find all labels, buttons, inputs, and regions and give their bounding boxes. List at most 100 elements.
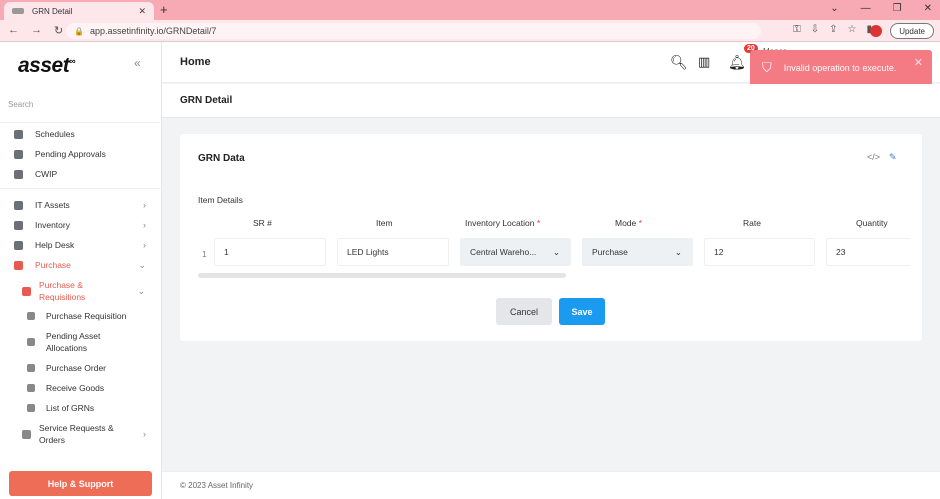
laptop-icon <box>14 200 23 210</box>
chevron-right-icon: › <box>143 240 146 250</box>
list-icon <box>27 404 35 412</box>
chevron-down-icon: ⌄ <box>552 246 560 257</box>
dollar-icon <box>14 260 23 270</box>
address-bar[interactable]: 🔒 app.assetinfinity.io/GRNDetail/7 <box>66 23 761 39</box>
cart-icon <box>22 286 31 296</box>
sidebar-item-purchase-requisition[interactable]: Purchase Requisition <box>0 307 162 325</box>
app-logo[interactable]: asset∞ <box>18 54 76 78</box>
col-header-location: Inventory Location * <box>465 218 541 228</box>
cancel-button[interactable]: Cancel <box>496 298 552 325</box>
row-index: 1 <box>202 250 207 259</box>
sidebar-item-pending-approvals[interactable]: Pending Approvals <box>0 145 162 163</box>
mode-select[interactable]: Purchase ⌄ <box>582 238 693 266</box>
sidebar-item-pending-asset-allocations[interactable]: Pending Asset Allocations <box>0 329 162 355</box>
col-header-mode: Mode * <box>615 218 642 228</box>
sidebar: asset∞ « Search Schedules Pending Approv… <box>0 42 162 499</box>
divider <box>0 188 162 189</box>
browser-toolbar: ← → ↻ 🔒 app.assetinfinity.io/GRNDetail/7… <box>0 20 940 42</box>
error-toast: ⛉ Invalid operation to execute. ✕ <box>750 50 932 86</box>
restore-icon[interactable]: ❐ <box>893 3 902 14</box>
browser-tab[interactable]: GRN Detail ✕ <box>4 2 154 20</box>
card-title: GRN Data <box>198 153 245 164</box>
hierarchy-icon <box>27 338 35 346</box>
footer: © 2023 Asset Infinity <box>162 471 940 499</box>
chevron-down-icon: ⌄ <box>138 259 146 270</box>
col-header-sr: SR # <box>253 218 272 228</box>
calendar-icon <box>14 129 23 139</box>
collapse-sidebar-icon[interactable]: « <box>134 56 141 70</box>
minimize-icon[interactable]: — <box>861 3 871 14</box>
footer-copyright: © 2023 Asset Infinity <box>180 481 254 490</box>
browser-update-button[interactable]: Update <box>890 23 934 39</box>
reload-icon[interactable]: ↻ <box>54 24 63 37</box>
back-icon[interactable]: ← <box>8 24 19 37</box>
window-controls: ⌄ — ❐ ✕ <box>830 3 932 14</box>
col-header-rate: Rate <box>743 218 761 228</box>
help-icon <box>14 240 23 250</box>
inventory-location-select[interactable]: Central Wareho... ⌄ <box>460 238 571 266</box>
sidebar-item-service-requests[interactable]: Service Requests & Orders › <box>0 421 162 447</box>
help-support-button[interactable]: Help & Support <box>9 471 152 496</box>
rate-input[interactable]: 12 <box>704 238 815 266</box>
bookmark-star-icon[interactable]: ☆ <box>848 24 857 35</box>
divider <box>0 122 162 123</box>
new-tab-icon[interactable]: + <box>160 2 168 17</box>
chevron-down-icon[interactable]: ⌄ <box>830 3 838 14</box>
gears-icon <box>22 429 31 439</box>
sidebar-item-inventory[interactable]: Inventory › <box>0 216 162 234</box>
close-tab-icon[interactable]: ✕ <box>138 6 146 17</box>
item-input[interactable]: LED Lights <box>337 238 449 266</box>
page-header: GRN Detail <box>162 84 940 118</box>
sidebar-item-help-desk[interactable]: Help Desk › <box>0 236 162 254</box>
document-icon <box>27 364 35 372</box>
bell-icon[interactable]: 🔔︎ <box>728 54 746 71</box>
favicon-icon <box>12 8 24 14</box>
inventory-icon <box>14 220 23 230</box>
search-icon[interactable]: 🔍︎ <box>670 54 688 71</box>
approvals-icon <box>14 149 23 159</box>
sidebar-item-receive-goods[interactable]: Receive Goods <box>0 379 162 397</box>
chevron-down-icon: ⌄ <box>674 246 682 257</box>
chevron-right-icon: › <box>143 200 146 210</box>
code-icon[interactable]: </> <box>867 152 880 162</box>
sidebar-item-it-assets[interactable]: IT Assets › <box>0 196 162 214</box>
shield-alert-icon: ⛉ <box>762 60 772 75</box>
forward-icon[interactable]: → <box>31 24 42 37</box>
sidebar-item-purchase-requisitions[interactable]: Purchase & Requisitions ⌄ <box>0 278 145 304</box>
sidebar-item-purchase[interactable]: Purchase ⌄ <box>0 256 162 274</box>
page-title: GRN Detail <box>180 95 233 106</box>
save-button[interactable]: Save <box>559 298 605 325</box>
truck-icon <box>27 384 35 392</box>
laptop-icon <box>27 312 35 320</box>
close-window-icon[interactable]: ✕ <box>924 3 932 14</box>
tab-title: GRN Detail <box>32 6 73 16</box>
edit-pencil-icon[interactable]: ✎ <box>889 152 897 163</box>
home-link[interactable]: Home <box>180 56 211 68</box>
chevron-down-icon: ⌄ <box>137 286 145 296</box>
url-text: app.assetinfinity.io/GRNDetail/7 <box>89 26 217 36</box>
sr-input[interactable]: 1 <box>214 238 326 266</box>
close-icon[interactable]: ✕ <box>914 56 923 69</box>
sidebar-item-list-of-grns[interactable]: List of GRNs <box>0 399 162 417</box>
install-icon[interactable]: ⇩ <box>811 24 819 35</box>
chevron-right-icon: › <box>143 429 146 439</box>
chevron-right-icon: › <box>143 220 146 230</box>
barcode-scan-icon[interactable]: ▥ <box>698 54 710 70</box>
browser-tabbar: GRN Detail ✕ + ⌄ — ❐ ✕ <box>0 0 940 20</box>
sidebar-item-cwip[interactable]: CWIP <box>0 165 162 183</box>
sidebar-item-purchase-order[interactable]: Purchase Order <box>0 359 162 377</box>
horizontal-scrollbar[interactable] <box>198 273 566 278</box>
col-header-quantity: Quantity <box>856 218 888 228</box>
section-label: Item Details <box>198 195 243 205</box>
grn-data-card: GRN Data </> ✎ Item Details SR # Item In… <box>180 134 922 341</box>
sidebar-search-input[interactable]: Search <box>8 100 33 109</box>
key-icon[interactable]: ⚿ <box>793 24 801 35</box>
share-icon[interactable]: ⇪ <box>829 24 837 35</box>
toast-message: Invalid operation to execute. <box>783 63 897 73</box>
wrench-icon <box>14 169 23 179</box>
quantity-input[interactable]: 23 <box>826 238 911 266</box>
profile-avatar-icon[interactable] <box>870 25 882 37</box>
lock-icon: 🔒 <box>74 26 84 36</box>
col-header-item: Item <box>376 218 393 228</box>
sidebar-item-schedules[interactable]: Schedules <box>0 125 162 143</box>
